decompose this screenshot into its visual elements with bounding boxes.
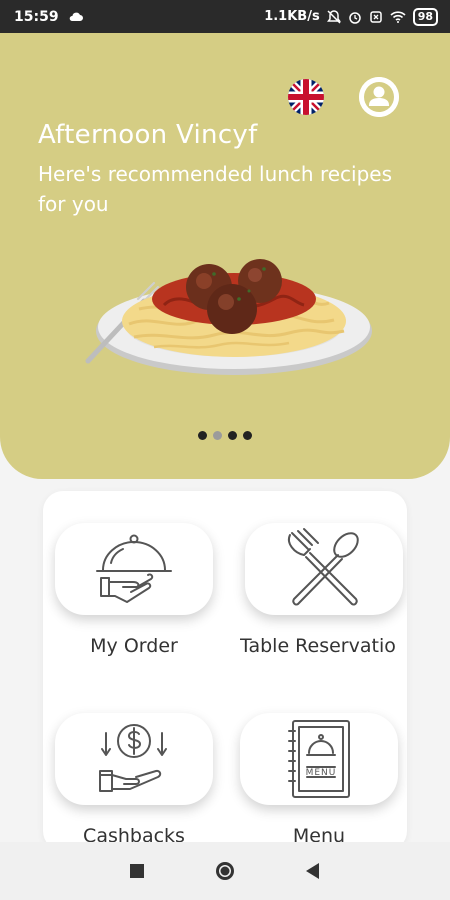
status-bar: 15:59 1.1KB/s 98 <box>0 0 450 33</box>
svg-text:MENU: MENU <box>306 768 337 778</box>
spaghetti-meatballs-image <box>85 259 372 375</box>
cashback-icon <box>99 724 167 792</box>
bell-muted-icon <box>326 9 341 24</box>
menu-book-icon: MENU <box>288 720 350 798</box>
profile-button[interactable] <box>359 77 399 117</box>
my-order-tile[interactable]: My Order <box>55 523 213 657</box>
carousel-dot[interactable] <box>228 431 237 440</box>
uk-flag-icon[interactable] <box>288 79 324 115</box>
wifi-icon <box>390 10 406 23</box>
table-reservation-label: Table Reservatio <box>240 635 396 657</box>
table-reservation-tile[interactable]: Table Reservatio <box>240 523 407 657</box>
hero-header: Afternoon Vincyf Here's recommended lunc… <box>0 33 450 479</box>
greeting-subtitle: Here's recommended lunch recipes for you <box>38 162 393 216</box>
user-icon <box>359 77 399 117</box>
cashbacks-button[interactable] <box>55 713 213 805</box>
network-speed: 1.1KB/s <box>264 9 320 24</box>
alarm-icon <box>348 11 361 24</box>
carousel-indicator <box>198 431 252 440</box>
no-sim-icon <box>369 10 382 23</box>
back-icon[interactable] <box>306 863 320 879</box>
my-order-button[interactable] <box>55 523 213 615</box>
clock: 15:59 <box>14 8 59 25</box>
carousel-dot[interactable] <box>243 431 252 440</box>
home-icon[interactable] <box>214 860 236 882</box>
greeting-title: Afternoon Vincyf <box>38 120 258 150</box>
main-menu-card: My Order Table Reservatio Cashbacks MENU… <box>43 491 407 851</box>
my-order-label: My Order <box>90 635 178 657</box>
battery-indicator: 98 <box>412 7 438 26</box>
fork-spoon-icon <box>287 528 359 606</box>
carousel-dot-active[interactable] <box>213 431 222 440</box>
menu-button[interactable]: MENU <box>240 713 398 805</box>
cloud-icon <box>69 12 83 21</box>
system-nav-bar <box>0 842 450 900</box>
menu-tile[interactable]: MENU Menu <box>240 713 398 847</box>
carousel-dot[interactable] <box>198 431 207 440</box>
recents-icon[interactable] <box>130 864 144 878</box>
cashbacks-tile[interactable]: Cashbacks <box>55 713 213 847</box>
cloche-serving-icon <box>96 534 172 603</box>
table-reservation-button[interactable] <box>244 523 403 615</box>
